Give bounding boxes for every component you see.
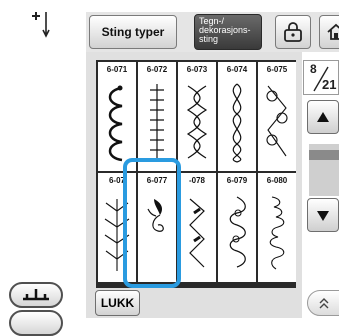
- stitch-pattern-icon: [269, 196, 285, 270]
- home-icon: [327, 23, 339, 40]
- stitch-cell[interactable]: 6-080: [258, 173, 296, 282]
- secondary-pill-button[interactable]: [9, 310, 63, 336]
- selected-stitch-highlight: [123, 158, 181, 288]
- lock-icon: [284, 22, 302, 42]
- stitch-code: 6-079: [226, 176, 248, 185]
- up-triangle-icon: [317, 112, 329, 122]
- expand-button[interactable]: [307, 290, 339, 316]
- stitch-cell[interactable]: 6-071: [98, 62, 136, 171]
- stitch-code: 6-071: [106, 65, 128, 74]
- stitch-code: 6-074: [226, 65, 248, 74]
- close-label: LUKK: [100, 296, 135, 310]
- page-total: 21: [322, 77, 337, 92]
- presser-foot-icon: [23, 289, 49, 301]
- presser-foot-button[interactable]: [9, 282, 63, 308]
- stitch-code: 6-080: [266, 176, 288, 185]
- stitch-types-label: Sting typer: [101, 25, 165, 39]
- scrollbar-thumb[interactable]: [309, 150, 339, 160]
- stitch-code: 6-075: [266, 65, 288, 74]
- stitch-cell[interactable]: 6-073: [178, 62, 216, 171]
- stitch-pattern-icon: [186, 85, 208, 159]
- stitch-pattern-icon: [232, 83, 242, 163]
- decorative-stitch-tab[interactable]: Tegn-/ dekorasjons- sting: [194, 14, 262, 50]
- stitch-cell[interactable]: 6-075: [258, 62, 296, 171]
- stitch-cell[interactable]: 6-072: [138, 62, 176, 171]
- stitch-pattern-icon: [229, 196, 246, 268]
- close-button[interactable]: LUKK: [95, 290, 140, 316]
- stitch-cell[interactable]: 6-079: [218, 173, 256, 282]
- dekor-line-3: sting: [199, 34, 219, 44]
- stitch-types-button[interactable]: Sting typer: [89, 15, 177, 49]
- stitch-pattern-icon: [150, 84, 164, 160]
- needle-position-icon: [30, 10, 54, 40]
- stitch-code: -078: [188, 176, 205, 185]
- page-indicator: 8 21: [303, 60, 339, 95]
- down-triangle-icon: [317, 211, 329, 221]
- stitch-cell[interactable]: 6-074: [218, 62, 256, 171]
- lock-button[interactable]: [275, 15, 311, 49]
- stitch-pattern-icon: [266, 85, 288, 157]
- scroll-up-button[interactable]: [307, 100, 339, 134]
- scroll-down-button[interactable]: [307, 198, 339, 232]
- stitch-cell[interactable]: -078: [178, 173, 216, 282]
- stitch-pattern-icon: [189, 198, 205, 268]
- double-chevron-up-icon: [319, 298, 329, 309]
- stitch-code: 6-073: [186, 65, 208, 74]
- stitch-pattern-icon: [108, 85, 123, 162]
- stitch-code: 6-072: [146, 65, 168, 74]
- home-button[interactable]: [319, 15, 339, 49]
